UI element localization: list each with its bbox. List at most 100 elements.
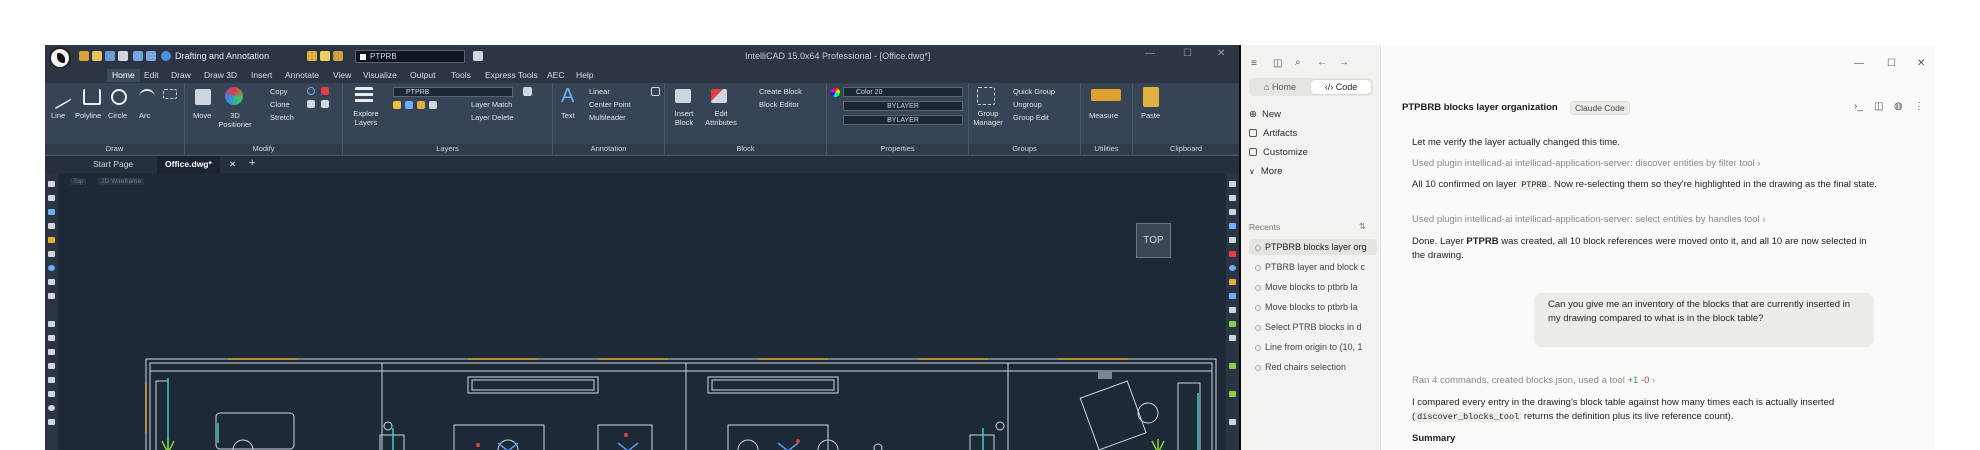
search-icon[interactable]: ⌕ xyxy=(1295,57,1301,68)
clone-button[interactable]: Clone xyxy=(270,100,290,109)
tab-output[interactable]: Output xyxy=(410,70,436,80)
nav-customize[interactable]: Customize xyxy=(1249,147,1308,158)
tab-draw3d[interactable]: Draw 3D xyxy=(204,70,237,80)
move-icon[interactable] xyxy=(195,89,211,105)
rtool-11-icon[interactable] xyxy=(1229,321,1236,327)
terminal-icon[interactable]: ›_ xyxy=(1854,101,1863,112)
stretch-button[interactable]: Stretch xyxy=(270,113,294,122)
annotation-group-label[interactable]: Annotation xyxy=(553,144,664,154)
tab-aec[interactable]: AEC xyxy=(547,70,564,80)
tool-16-icon[interactable] xyxy=(48,405,55,411)
tab-tools[interactable]: Tools xyxy=(451,70,471,80)
workspace-icon[interactable] xyxy=(161,51,171,61)
ungroup-button[interactable]: Ungroup xyxy=(1013,100,1042,109)
layer-on-icon[interactable] xyxy=(393,101,401,109)
table-icon[interactable] xyxy=(651,87,660,96)
measure-button[interactable]: Measure xyxy=(1089,111,1118,120)
measure-icon[interactable] xyxy=(1091,89,1121,101)
recent-item[interactable]: PTPBRB blocks layer org xyxy=(1249,239,1377,255)
print-icon[interactable] xyxy=(118,51,128,61)
forward-icon[interactable]: → xyxy=(1339,57,1349,68)
linetype-dropdown[interactable]: BYLAYER xyxy=(843,101,963,111)
tool-15-icon[interactable] xyxy=(48,391,55,397)
quick-group-button[interactable]: Quick Group xyxy=(1013,87,1055,96)
edit-attributes-icon[interactable] xyxy=(711,89,727,103)
rtool-6-icon[interactable] xyxy=(1229,251,1236,257)
rtool-10-icon[interactable] xyxy=(1229,307,1236,313)
rotate-icon[interactable] xyxy=(307,87,315,95)
mirror-icon[interactable] xyxy=(307,100,315,108)
group-manager-button[interactable]: Group Manager xyxy=(973,109,1003,127)
app-logo-icon[interactable] xyxy=(49,47,71,69)
circle-button[interactable]: Circle xyxy=(108,111,127,120)
color-dropdown[interactable]: Color 20 xyxy=(843,87,963,97)
erase-icon[interactable] xyxy=(321,87,329,95)
paste-icon[interactable] xyxy=(1143,87,1159,107)
tool-3-icon[interactable] xyxy=(48,209,55,215)
line-icon[interactable] xyxy=(55,84,71,110)
tool-17-icon[interactable] xyxy=(48,419,55,425)
undo-icon[interactable] xyxy=(133,51,143,61)
layer-freeze-icon[interactable] xyxy=(320,51,330,61)
utilities-group-label[interactable]: Utilities xyxy=(1081,144,1132,154)
tab-office-dwg[interactable]: Office.dwg* xyxy=(157,156,220,173)
rtool-7-icon[interactable] xyxy=(1229,265,1236,271)
layer-settings-icon[interactable] xyxy=(473,51,483,61)
recent-item[interactable]: Select PTRB blocks in d xyxy=(1249,319,1377,335)
window-close-icon[interactable]: ✕ xyxy=(1917,58,1925,69)
tab-visualize[interactable]: Visualize xyxy=(363,70,397,80)
layer-match-button[interactable]: Layer Match xyxy=(471,100,512,109)
block-editor-button[interactable]: Block Editor xyxy=(759,100,799,109)
tab-annotate[interactable]: Annotate xyxy=(285,70,319,80)
grip-marker[interactable] xyxy=(1098,371,1112,379)
layer-lock-icon[interactable] xyxy=(417,101,425,109)
layer-dropdown[interactable]: PTPRB xyxy=(393,87,513,97)
explore-layers-icon[interactable] xyxy=(355,87,373,105)
edit-attributes-button[interactable]: Edit Attributes xyxy=(701,109,741,127)
rtool-4-icon[interactable] xyxy=(1229,223,1236,229)
color-wheel-icon[interactable] xyxy=(831,88,840,97)
mode-code-button[interactable]: ‹/› Code xyxy=(1311,80,1371,94)
recent-item[interactable]: Move blocks to ptbrb la xyxy=(1249,279,1377,295)
panel-icon[interactable]: ◫ xyxy=(1874,101,1883,112)
insert-block-button[interactable]: Insert Block xyxy=(669,109,699,127)
close-tab-icon[interactable]: ✕ xyxy=(229,159,236,170)
window-maximize-icon[interactable]: ☐ xyxy=(1887,58,1896,69)
tool-1-icon[interactable] xyxy=(48,181,55,187)
3d-positioner-button[interactable]: 3D Positioner xyxy=(215,111,255,129)
rtool-9-icon[interactable] xyxy=(1229,293,1236,299)
multileader-button[interactable]: Multileader xyxy=(589,113,626,122)
draw-group-label[interactable]: Draw xyxy=(45,144,184,154)
tab-start-page[interactable]: Start Page xyxy=(93,159,133,169)
group-edit-button[interactable]: Group Edit xyxy=(1013,113,1049,122)
text-icon[interactable]: A xyxy=(561,85,574,107)
tool-10-icon[interactable] xyxy=(48,321,55,327)
tool-call-summary[interactable]: Used plugin intellicad-ai intellicad-app… xyxy=(1412,213,1882,227)
layer-lock-icon[interactable] xyxy=(333,51,343,61)
nav-artifacts[interactable]: Artifacts xyxy=(1249,128,1297,139)
layer-properties-icon[interactable] xyxy=(523,87,532,96)
tool-7-icon[interactable] xyxy=(48,265,55,271)
new-tab-icon[interactable]: + xyxy=(249,157,255,169)
block-group-label[interactable]: Block xyxy=(665,144,826,154)
lineweight-dropdown[interactable]: BYLAYER xyxy=(843,115,963,125)
modify-group-label[interactable]: Modify xyxy=(185,144,342,154)
insert-block-icon[interactable] xyxy=(675,89,691,103)
window-minimize-icon[interactable]: — xyxy=(1854,58,1864,69)
tool-6-icon[interactable] xyxy=(48,251,55,257)
tool-13-icon[interactable] xyxy=(48,363,55,369)
layer-isolate-icon[interactable] xyxy=(429,101,437,109)
linear-dimension-button[interactable]: Linear xyxy=(589,87,610,96)
maximize-icon[interactable]: ☐ xyxy=(1183,48,1192,59)
clipboard-group-label[interactable]: Clipboard xyxy=(1133,144,1239,154)
circle-icon[interactable] xyxy=(111,89,127,105)
text-button[interactable]: Text xyxy=(561,111,575,120)
tab-draw[interactable]: Draw xyxy=(171,70,191,80)
polyline-button[interactable]: Polyline xyxy=(75,111,101,120)
back-icon[interactable]: ← xyxy=(1317,57,1327,68)
minimize-icon[interactable]: — xyxy=(1145,48,1155,59)
nav-new[interactable]: ⊕ New xyxy=(1249,109,1281,120)
tab-view[interactable]: View xyxy=(333,70,351,80)
rtool-12-icon[interactable] xyxy=(1229,335,1236,341)
group-manager-icon[interactable] xyxy=(977,87,995,105)
